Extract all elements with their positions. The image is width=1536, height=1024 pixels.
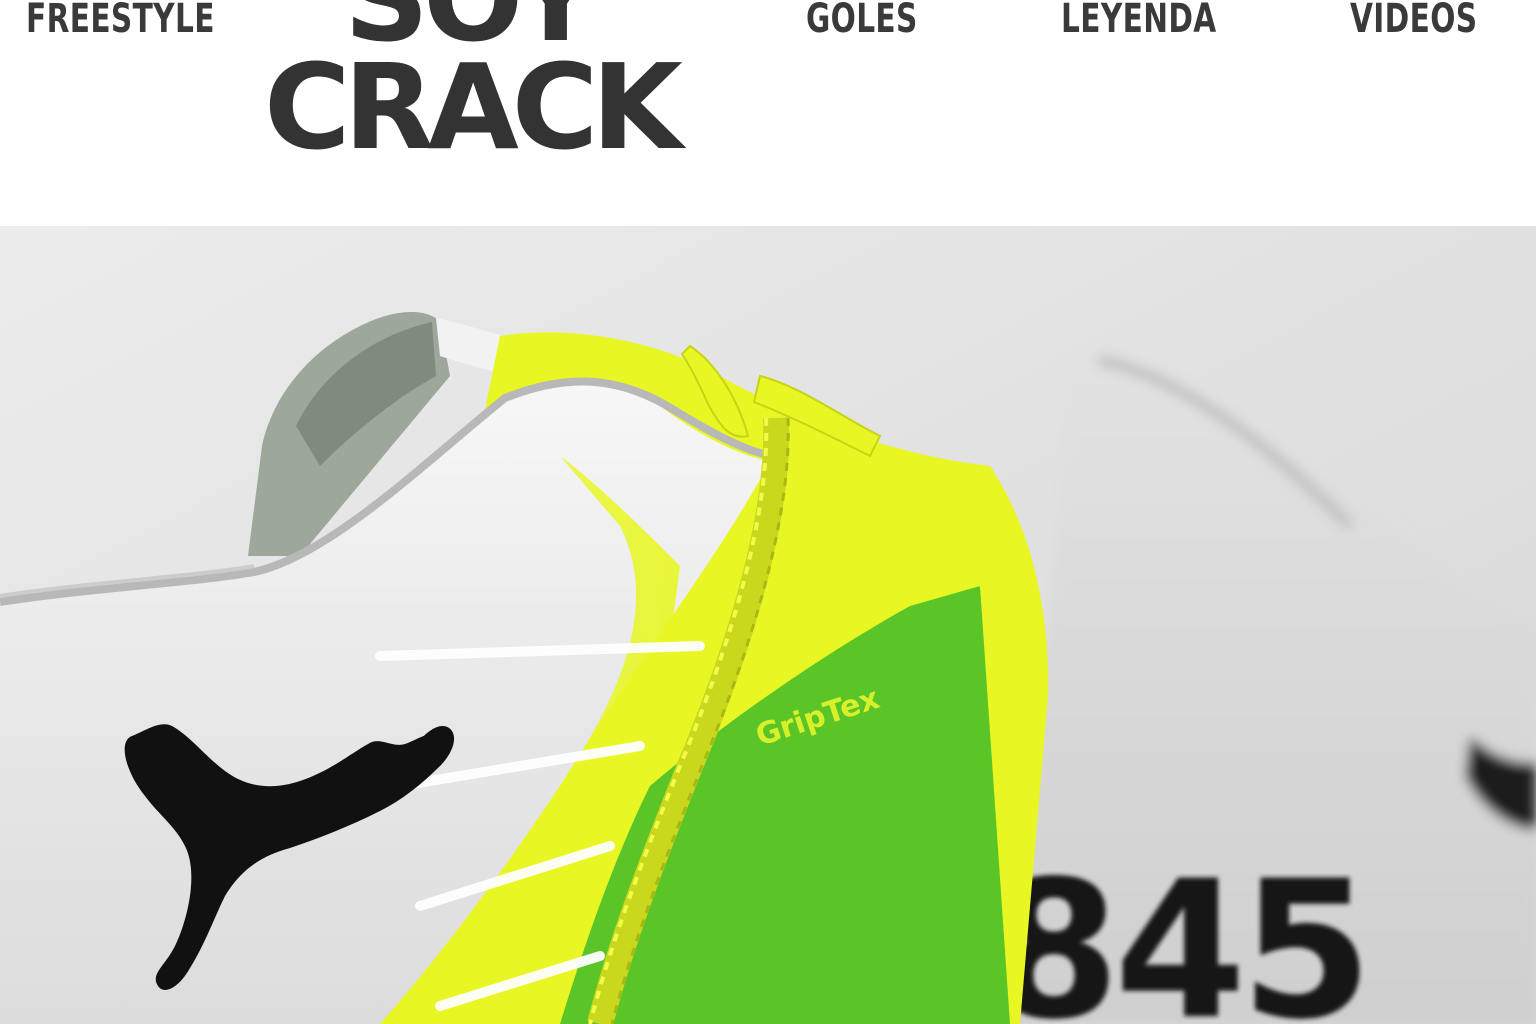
page: FREESTYLE SOY CRACK GOLES LEYENDA VIDEOS xyxy=(0,0,1536,1024)
logo-line-bottom: CRACK xyxy=(264,38,683,176)
nav-link-leyenda[interactable]: LEYENDA xyxy=(1061,0,1217,44)
nav-link-freestyle[interactable]: FREESTYLE xyxy=(26,0,215,44)
hero-banner[interactable]: 845 GripTex xyxy=(0,226,1536,1024)
site-header: FREESTYLE SOY CRACK GOLES LEYENDA VIDEOS xyxy=(0,0,1536,226)
rear-boot-number: 845 xyxy=(988,840,1367,1024)
hero-boot-image: 845 GripTex xyxy=(0,226,1536,1024)
nav-link-goles[interactable]: GOLES xyxy=(806,0,918,44)
nav-link-videos[interactable]: VIDEOS xyxy=(1350,0,1477,44)
site-logo[interactable]: SOY CRACK xyxy=(262,0,692,180)
